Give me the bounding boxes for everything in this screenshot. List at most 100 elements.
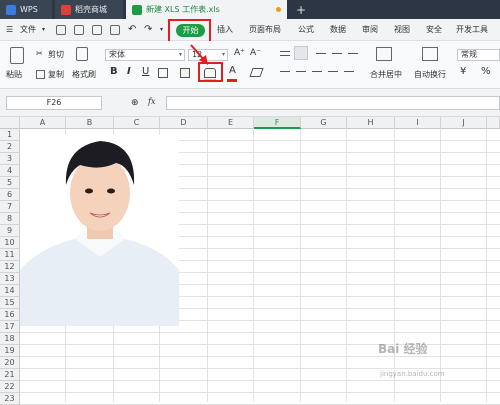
row-header[interactable]: 13 xyxy=(0,273,20,285)
italic-button[interactable]: I xyxy=(127,66,131,77)
cut-button[interactable]: 剪切 xyxy=(48,49,64,60)
menu-developer[interactable]: 开发工具 xyxy=(456,19,488,41)
percent-button[interactable]: % xyxy=(481,66,491,77)
align-center-icon[interactable] xyxy=(296,71,306,72)
name-box[interactable]: F26 xyxy=(6,96,102,110)
copy-button[interactable]: 复制 xyxy=(48,69,64,80)
select-all-corner[interactable] xyxy=(0,117,20,129)
row-header[interactable]: 4 xyxy=(0,165,20,177)
undo-icon[interactable]: ↶ xyxy=(128,19,136,41)
spreadsheet-grid[interactable]: A B C D E F G H I J 1 2 3 4 5 6 7 8 9 10 11 12 13 14 1… xyxy=(0,117,500,405)
col-header-c[interactable]: C xyxy=(114,117,160,129)
column-gridline xyxy=(207,129,208,402)
indent-icon[interactable] xyxy=(348,53,358,54)
row-header[interactable]: 19 xyxy=(0,345,20,357)
col-header-g[interactable]: G xyxy=(301,117,347,129)
col-header-a[interactable]: A xyxy=(20,117,66,129)
portrait-photo[interactable] xyxy=(20,135,179,326)
row-header[interactable]: 23 xyxy=(0,393,20,405)
currency-button[interactable]: ¥ xyxy=(460,66,466,77)
underline-button[interactable]: U xyxy=(142,66,149,77)
print-icon[interactable] xyxy=(92,25,102,35)
format-painter-icon[interactable] xyxy=(76,47,88,61)
row-header[interactable]: 1 xyxy=(0,129,20,141)
cell-style-icon[interactable] xyxy=(180,68,190,78)
distributed-icon[interactable] xyxy=(344,71,354,72)
menu-security[interactable]: 安全 xyxy=(426,19,442,41)
align-top-icon[interactable] xyxy=(280,51,290,52)
function-button[interactable]: fx xyxy=(148,97,155,106)
border-icon[interactable] xyxy=(158,68,168,78)
row-header[interactable]: 21 xyxy=(0,369,20,381)
align-left-icon[interactable] xyxy=(280,71,290,72)
align-middle-button[interactable] xyxy=(294,46,308,60)
row-header[interactable]: 12 xyxy=(0,261,20,273)
row-header[interactable]: 5 xyxy=(0,177,20,189)
row-header[interactable]: 3 xyxy=(0,153,20,165)
paste-icon[interactable] xyxy=(10,47,24,64)
col-header-e[interactable]: E xyxy=(208,117,254,129)
grow-font-button[interactable]: A⁺ xyxy=(234,48,245,58)
export-pdf-icon[interactable] xyxy=(74,25,84,35)
row-header[interactable]: 10 xyxy=(0,237,20,249)
new-tab-button[interactable]: + xyxy=(293,0,309,19)
col-header-k[interactable] xyxy=(487,117,500,129)
row-header[interactable]: 9 xyxy=(0,225,20,237)
hamburger-icon[interactable]: ☰ xyxy=(6,19,13,41)
tab-wps[interactable]: WPS xyxy=(0,0,52,19)
tab-doke-store[interactable]: 稻壳商城 xyxy=(55,0,123,19)
merge-center-button[interactable]: 合并居中 xyxy=(370,69,402,80)
redo-icon[interactable]: ↷ xyxy=(144,19,152,41)
col-header-j[interactable]: J xyxy=(441,117,487,129)
eraser-icon[interactable] xyxy=(249,68,264,77)
wrap-text-icon[interactable] xyxy=(422,47,438,61)
row-header[interactable]: 14 xyxy=(0,285,20,297)
bold-button[interactable]: B xyxy=(110,66,118,77)
col-header-i[interactable]: I xyxy=(395,117,441,129)
justify-icon[interactable] xyxy=(328,71,338,72)
save-icon[interactable] xyxy=(56,25,66,35)
menu-view[interactable]: 视图 xyxy=(394,19,410,41)
merge-center-icon[interactable] xyxy=(376,47,392,61)
format-painter-button[interactable]: 格式刷 xyxy=(72,69,96,80)
menu-review[interactable]: 审阅 xyxy=(362,19,378,41)
formula-input[interactable] xyxy=(166,96,500,110)
col-header-f[interactable]: F xyxy=(254,117,301,129)
align-bottom-icon[interactable] xyxy=(316,53,326,54)
col-header-h[interactable]: H xyxy=(347,117,395,129)
print-preview-icon[interactable] xyxy=(110,25,120,35)
zoom-search-icon[interactable]: ⊕ xyxy=(131,98,139,108)
align-right-icon[interactable] xyxy=(312,71,322,72)
row-header[interactable]: 16 xyxy=(0,309,20,321)
menu-page-layout[interactable]: 页面布局 xyxy=(249,19,281,41)
row-header[interactable]: 8 xyxy=(0,213,20,225)
row-header[interactable]: 11 xyxy=(0,249,20,261)
wrap-text-button[interactable]: 自动换行 xyxy=(414,69,446,80)
row-header[interactable]: 2 xyxy=(0,141,20,153)
wrap-orientation-icon[interactable] xyxy=(332,53,342,54)
menu-insert[interactable]: 插入 xyxy=(217,19,233,41)
font-size-select[interactable]: 12 ▾ xyxy=(188,49,228,61)
font-color-button[interactable]: A xyxy=(229,65,236,76)
copy-icon[interactable] xyxy=(36,70,45,79)
tab-spreadsheet[interactable]: 新建 XLS 工作表.xls xyxy=(126,0,287,19)
shrink-font-button[interactable]: A⁻ xyxy=(250,48,261,58)
font-name-select[interactable]: 宋体 ▾ xyxy=(105,49,185,61)
col-header-b[interactable]: B xyxy=(66,117,114,129)
more-chevron-icon[interactable]: ▾ xyxy=(160,19,163,41)
menu-data[interactable]: 数据 xyxy=(330,19,346,41)
row-header[interactable]: 18 xyxy=(0,333,20,345)
row-header[interactable]: 22 xyxy=(0,381,20,393)
menu-formula[interactable]: 公式 xyxy=(298,19,314,41)
menu-file[interactable]: 文件 xyxy=(20,19,36,41)
col-header-d[interactable]: D xyxy=(160,117,208,129)
row-header[interactable]: 6 xyxy=(0,189,20,201)
row-header[interactable]: 15 xyxy=(0,297,20,309)
row-header[interactable]: 20 xyxy=(0,357,20,369)
chevron-down-icon[interactable]: ▾ xyxy=(42,19,45,41)
number-format-select[interactable]: 常规 xyxy=(457,49,500,61)
paste-button[interactable]: 粘贴 xyxy=(6,69,22,80)
row-header[interactable]: 17 xyxy=(0,321,20,333)
scissors-icon[interactable]: ✂ xyxy=(36,49,43,58)
row-header[interactable]: 7 xyxy=(0,201,20,213)
